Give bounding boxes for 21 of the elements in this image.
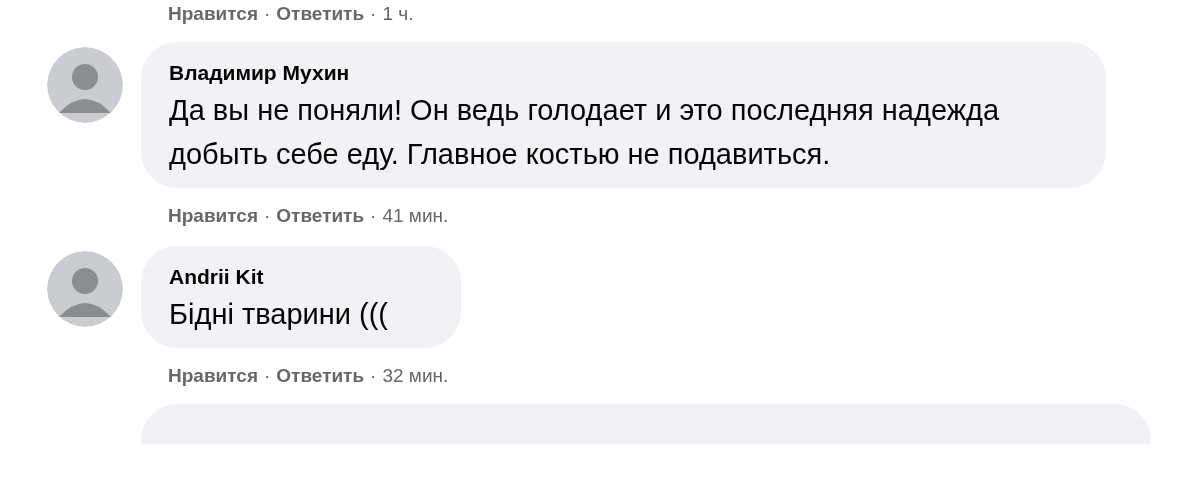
comment-text: Бідні тварини (((: [169, 297, 389, 332]
separator-dot: ·: [370, 363, 377, 388]
avatar[interactable]: [47, 251, 123, 327]
comment-text: Да вы не поняли! Он ведь голодает и это последняя надежда добыть себе еду. Главное костью не подавиться.: [169, 93, 1001, 172]
separator-dot: ·: [263, 363, 271, 388]
separator-dot: ·: [263, 203, 271, 228]
timestamp: 32 мин.: [382, 363, 449, 388]
timestamp: 1 ч.: [382, 1, 414, 26]
author-name[interactable]: Владимир Мухин: [169, 58, 1066, 88]
avatar[interactable]: [47, 47, 123, 123]
like-link[interactable]: Нравится: [168, 0, 258, 29]
timestamp: 41 мин.: [382, 203, 449, 228]
like-link[interactable]: Нравится: [168, 361, 258, 391]
separator-dot: ·: [370, 203, 377, 228]
reply-link[interactable]: Ответить: [276, 361, 365, 391]
reply-link[interactable]: Ответить: [276, 0, 365, 29]
like-link[interactable]: Нравится: [168, 201, 258, 231]
separator-dot: ·: [370, 1, 377, 26]
separator-dot: ·: [263, 1, 271, 26]
author-name[interactable]: Andrii Kit: [169, 262, 421, 292]
reply-link[interactable]: Ответить: [276, 201, 365, 231]
